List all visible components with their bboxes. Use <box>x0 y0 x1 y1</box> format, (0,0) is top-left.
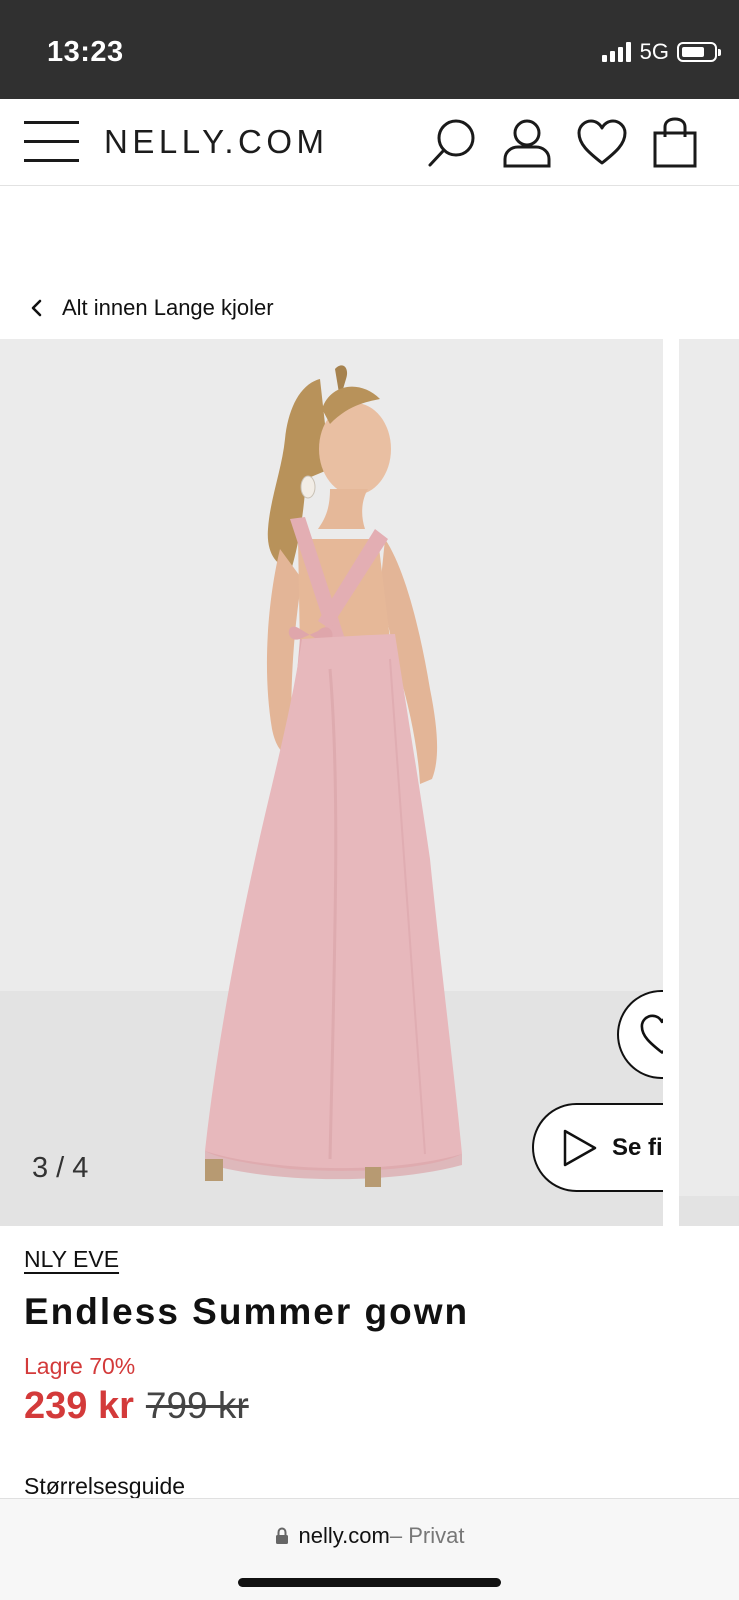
size-guide-link[interactable]: Størrelsesguide <box>24 1473 185 1500</box>
product-brand-link[interactable]: NLY EVE <box>24 1246 119 1273</box>
play-video-label: Se film <box>612 1133 663 1161</box>
search-icon[interactable] <box>426 117 478 169</box>
network-label: 5G <box>639 39 669 64</box>
discount-label: Lagre 70% <box>24 1353 136 1379</box>
product-title: Endless Summer gown <box>24 1291 470 1332</box>
home-indicator[interactable] <box>238 1578 501 1587</box>
shopping-bag-icon[interactable] <box>650 117 702 169</box>
product-gallery[interactable]: 3 / 4 Se film <box>0 339 739 1226</box>
site-header: NELLY.COM <box>0 99 739 186</box>
play-icon <box>563 1129 597 1166</box>
signal-icon <box>601 42 631 62</box>
url-display[interactable]: nelly.com – Privat <box>0 1523 739 1549</box>
product-image[interactable]: 3 / 4 Se film <box>0 339 663 1226</box>
browser-address-bar[interactable]: nelly.com – Privat <box>0 1498 739 1600</box>
next-product-image[interactable] <box>679 339 739 1226</box>
private-mode-label: – Privat <box>389 1523 465 1548</box>
slide-counter: 3 / 4 <box>32 1152 89 1184</box>
lock-icon <box>275 1527 288 1544</box>
original-price: 799 kr <box>145 1385 249 1426</box>
heart-icon <box>640 1013 663 1054</box>
play-video-button[interactable]: Se film <box>532 1103 663 1192</box>
price-row: 239 kr 799 kr <box>24 1385 249 1428</box>
breadcrumb[interactable]: Alt innen Lange kjoler <box>28 293 274 323</box>
heart-icon[interactable] <box>576 117 628 169</box>
account-icon[interactable] <box>501 117 553 169</box>
model-in-dress-illustration <box>205 365 462 1187</box>
status-indicators: 5G <box>601 39 721 64</box>
menu-icon[interactable] <box>24 121 79 163</box>
battery-icon <box>677 42 721 62</box>
sale-price: 239 kr <box>24 1385 134 1427</box>
breadcrumb-label: Alt innen Lange kjoler <box>62 295 274 320</box>
chevron-left-icon <box>31 299 42 317</box>
status-time: 13:23 <box>47 36 124 68</box>
status-bar: 13:23 5G <box>0 0 739 99</box>
url-domain: nelly.com <box>298 1523 390 1548</box>
site-logo[interactable]: NELLY.COM <box>104 123 329 161</box>
